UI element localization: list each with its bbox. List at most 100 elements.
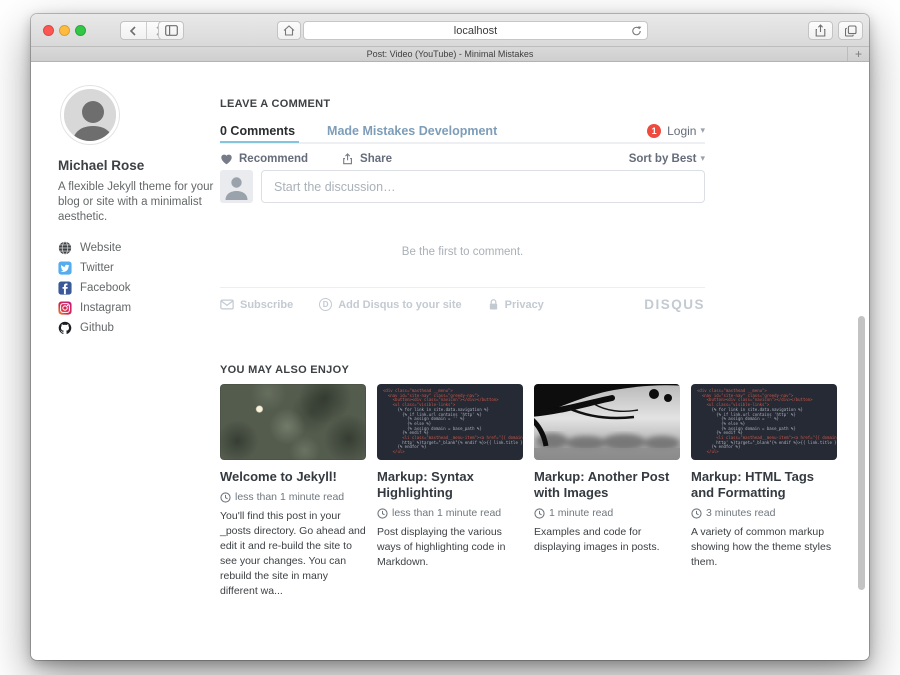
recommend-label: Recommend [239,153,308,165]
share-thread-button[interactable]: Share [342,153,392,165]
scrollbar-thumb[interactable] [858,316,865,590]
post-thumbnail-code-screenshot: <div class="masthead __menu"> <nav id="s… [691,384,837,460]
reload-button[interactable] [631,25,642,37]
post-excerpt: Post displaying the various ways of high… [377,525,523,570]
clock-icon [377,508,388,519]
sidebar-item-label: Twitter [80,262,114,274]
post-meta: 3 minutes read [691,507,837,519]
sidebar-item-github[interactable]: Github [58,318,131,338]
person-silhouette-icon [64,89,119,144]
disqus-d-icon: D [319,298,332,311]
sidebar-item-label: Instagram [80,302,131,314]
clock-icon [220,492,231,503]
disqus-footer: Subscribe D Add Disqus to your site Priv… [220,297,705,312]
related-post-card[interactable]: <div class="masthead __menu"> <nav id="s… [377,384,523,599]
commenter-avatar [220,170,253,203]
related-posts-grid: Welcome to Jekyll! less than 1 minute re… [220,384,840,599]
twitter-icon [58,261,72,275]
author-bio: A flexible Jekyll theme for your blog or… [58,180,216,225]
sidebar-item-label: Website [80,242,121,254]
read-time: 3 minutes read [706,507,775,519]
post-title[interactable]: Markup: HTML Tags and Formatting [691,469,837,501]
zoom-window-button[interactable] [75,25,86,36]
leave-a-comment-heading: LEAVE A COMMENT [220,98,330,110]
tabs-overview-icon [845,25,857,37]
post-excerpt: You'll find this post in your _posts dir… [220,509,366,599]
close-window-button[interactable] [43,25,54,36]
sidebar-item-facebook[interactable]: Facebook [58,278,131,298]
empty-comments-message: Be the first to comment. [220,246,705,258]
home-button[interactable] [277,21,301,40]
community-link[interactable]: Made Mistakes Development [327,124,497,138]
globe-icon [58,241,72,255]
comment-count-tab[interactable]: 0 Comments [220,120,299,143]
tab-bar: Post: Video (YouTube) - Minimal Mistakes… [31,47,869,62]
share-button[interactable] [808,21,833,40]
add-disqus-label: Add Disqus to your site [338,299,461,311]
envelope-icon [220,299,234,310]
subscribe-button[interactable]: Subscribe [220,299,293,311]
address-bar[interactable]: localhost [303,21,648,40]
privacy-button[interactable]: Privacy [488,298,544,311]
home-icon [283,25,295,36]
browser-toolbar: localhost [31,14,869,47]
post-meta: less than 1 minute read [220,491,366,503]
back-button[interactable] [121,22,146,39]
disqus-footer-divider [220,287,705,288]
post-title[interactable]: Markup: Another Post with Images [534,469,680,501]
author-avatar [61,86,119,144]
browser-window: localhost Post: Video (YouTube) [31,14,869,660]
disqus-action-row: Recommend Share Sort by Best ▾ [220,148,705,170]
url-text: localhost [454,25,497,37]
notification-badge: 1 [647,124,661,138]
comment-input[interactable] [261,170,705,203]
privacy-label: Privacy [505,299,544,311]
author-name: Michael Rose [58,158,144,173]
disqus-logo[interactable]: DISQUS [644,297,705,312]
post-title[interactable]: Welcome to Jekyll! [220,469,366,485]
recommend-button[interactable]: Recommend [220,153,308,165]
lock-icon [488,298,499,311]
read-time: less than 1 minute read [392,507,501,519]
sidebar-icon [165,25,178,36]
related-posts-heading: YOU MAY ALSO ENJOY [220,364,349,376]
sort-label: Sort by Best [629,153,697,165]
post-excerpt: Examples and code for displaying images … [534,525,680,555]
post-title[interactable]: Markup: Syntax Highlighting [377,469,523,501]
related-post-card[interactable]: <div class="masthead __menu"> <nav id="s… [691,384,837,599]
new-comment-row [220,170,705,203]
sidebar-item-twitter[interactable]: Twitter [58,258,131,278]
post-meta: 1 minute read [534,507,680,519]
sidebar-item-label: Facebook [80,282,131,294]
disqus-header: 0 Comments Made Mistakes Development 1 L… [220,119,705,144]
sidebar-item-instagram[interactable]: Instagram [58,298,131,318]
author-links: Website Twitter Facebook Instagram [58,238,131,338]
sidebar-item-website[interactable]: Website [58,238,131,258]
show-all-tabs-button[interactable] [838,21,863,40]
instagram-icon [58,301,72,315]
share-label: Share [360,153,392,165]
github-icon [58,321,72,335]
sidebar-item-label: Github [80,322,114,334]
active-tab-title[interactable]: Post: Video (YouTube) - Minimal Mistakes [367,49,534,59]
post-excerpt: A variety of common markup showing how t… [691,525,837,570]
share-arrow-icon [342,153,354,165]
read-time: less than 1 minute read [235,491,344,503]
subscribe-label: Subscribe [240,299,293,311]
chevron-down-icon: ▾ [700,154,705,164]
clock-icon [534,508,545,519]
login-label: Login [667,124,696,138]
new-tab-button[interactable]: + [847,47,869,61]
add-disqus-button[interactable]: D Add Disqus to your site [319,298,461,311]
sort-by-menu[interactable]: Sort by Best ▾ [629,153,705,165]
reload-icon [631,25,642,37]
related-post-card[interactable]: Welcome to Jekyll! less than 1 minute re… [220,384,366,599]
related-post-card[interactable]: Markup: Another Post with Images 1 minut… [534,384,680,599]
minimize-window-button[interactable] [59,25,70,36]
login-menu[interactable]: 1 Login ▾ [647,124,705,138]
share-icon [815,24,826,37]
heart-icon [220,153,233,165]
facebook-icon [58,281,72,295]
sidebar-toggle-button[interactable] [158,21,184,40]
post-thumbnail-foggy-trees [534,384,680,460]
